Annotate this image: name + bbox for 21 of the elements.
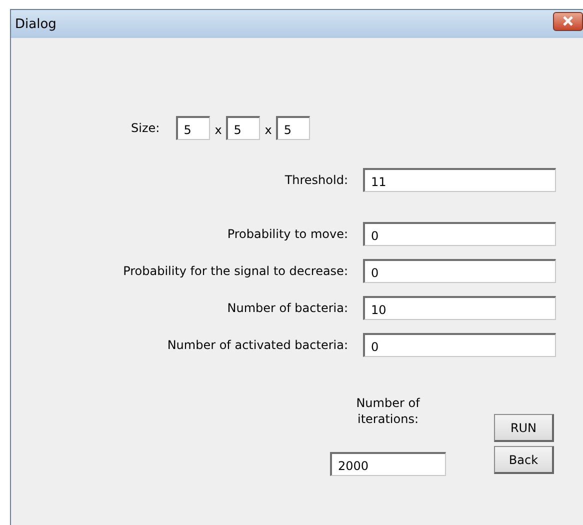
size-field[interactable]: 5 [276,116,310,140]
dialog-button[interactable]: Back [494,446,554,474]
parameter-field[interactable]: 0 [363,259,556,283]
window-title: Dialog [15,16,56,32]
parameter-label: Probability to move: [226,227,348,241]
parameter-field[interactable]: 0 [363,333,556,357]
parameter-label: Probability for the signal to decrease: [122,264,348,278]
times-sign: x [264,123,272,137]
size-field[interactable]: 5 [226,116,260,140]
iterations-field[interactable]: 2000 [330,452,446,476]
parameter-field[interactable]: 11 [363,168,556,192]
parameter-label: Threshold: [284,173,348,187]
parameter-label: Number of activated bacteria: [166,338,348,352]
size-field[interactable]: 5 [176,116,210,140]
parameter-label: Number of bacteria: [226,301,348,315]
parameter-field[interactable]: 10 [363,296,556,320]
iterations-label: Number of iterations: [355,395,422,427]
dialog-button[interactable]: RUN [494,414,554,442]
times-sign: x [214,123,222,137]
size-label: Size: [131,121,160,135]
parameter-field[interactable]: 0 [363,222,556,246]
